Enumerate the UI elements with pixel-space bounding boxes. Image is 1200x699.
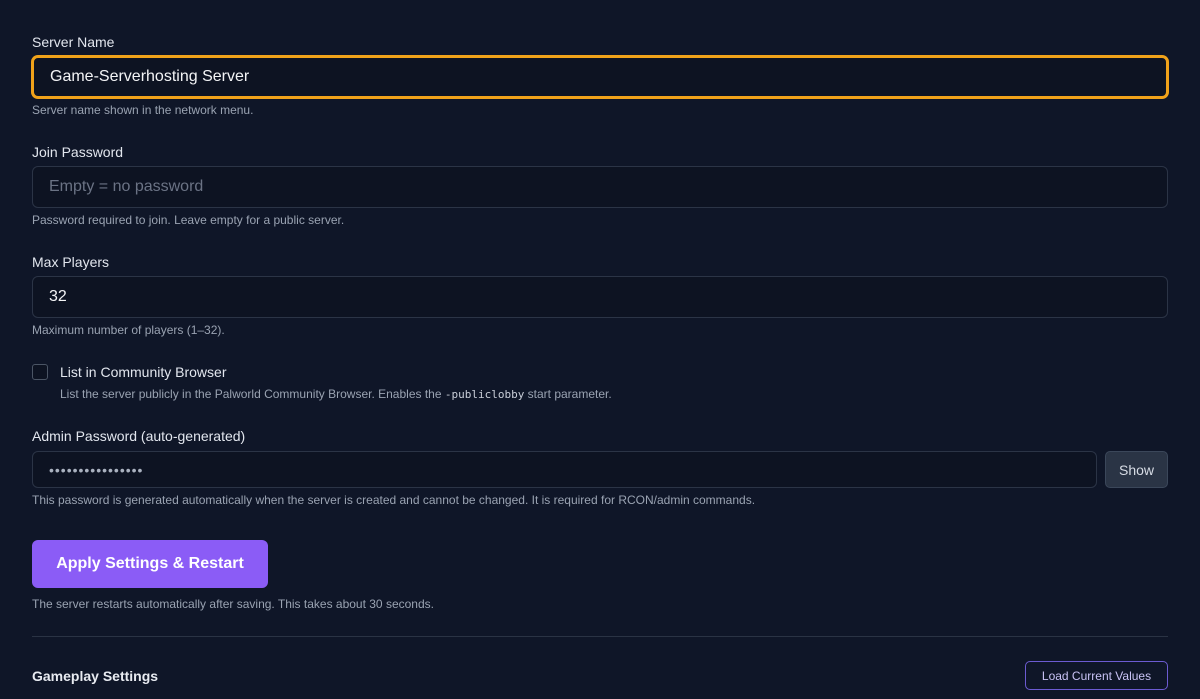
apply-hint: The server restarts automatically after … (32, 597, 434, 611)
admin-password-field[interactable]: •••••••••••••••• (32, 451, 1097, 488)
admin-password-hint: This password is generated automatically… (32, 493, 756, 507)
join-password-hint: Password required to join. Leave empty f… (32, 213, 345, 227)
admin-password-masked: •••••••••••••••• (49, 461, 144, 478)
gameplay-settings-title: Gameplay Settings (32, 668, 159, 684)
community-hint-text: List the server publicly in the Palworld… (60, 387, 445, 401)
community-browser-checkbox[interactable] (32, 364, 48, 380)
server-settings-page: Server Name Server name shown in the net… (0, 0, 1200, 699)
community-hint-suffix: start parameter. (524, 387, 612, 401)
join-password-label: Join Password (32, 144, 124, 160)
server-name-label: Server Name (32, 34, 115, 50)
community-browser-hint: List the server publicly in the Palworld… (60, 386, 612, 403)
publiclobby-code: -publiclobby (444, 388, 525, 401)
section-divider (32, 636, 1168, 637)
community-browser-label[interactable]: List in Community Browser (60, 363, 227, 381)
max-players-hint: Maximum number of players (1–32). (32, 323, 225, 337)
server-name-input[interactable] (32, 56, 1168, 98)
load-current-values-button[interactable]: Load Current Values (1025, 661, 1168, 690)
show-password-button[interactable]: Show (1105, 451, 1168, 488)
server-name-hint: Server name shown in the network menu. (32, 103, 254, 117)
max-players-input[interactable] (32, 276, 1168, 318)
join-password-input[interactable] (32, 166, 1168, 208)
max-players-label: Max Players (32, 254, 110, 270)
apply-settings-button[interactable]: Apply Settings & Restart (32, 540, 268, 588)
admin-password-label: Admin Password (auto-generated) (32, 428, 246, 444)
